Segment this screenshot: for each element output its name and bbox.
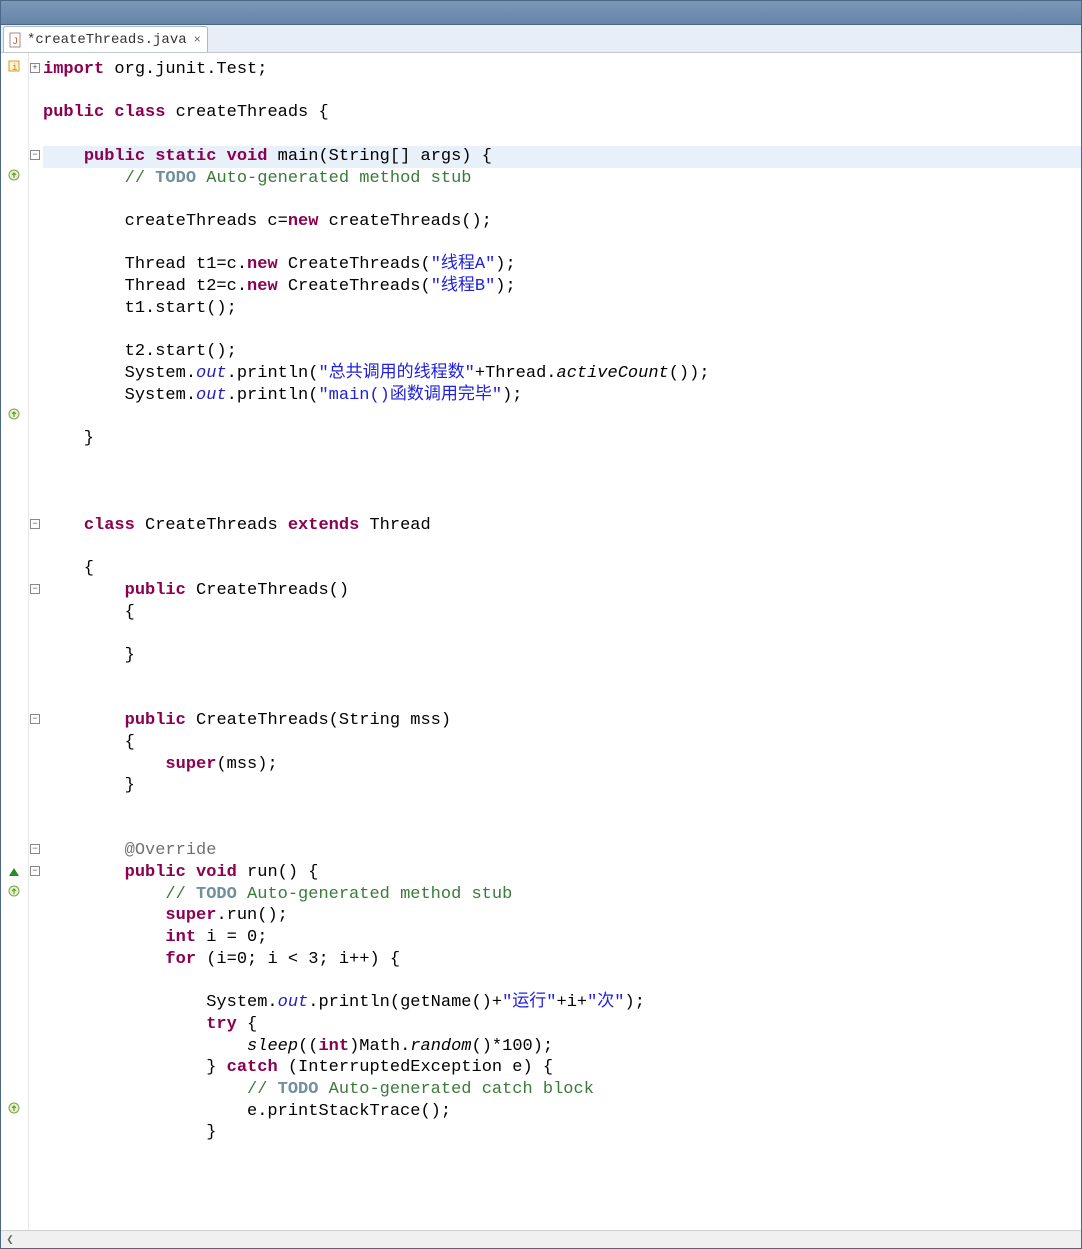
code-line bbox=[43, 319, 1081, 341]
editor-area: i + − − − − − − import org.junit.Test; public … bbox=[1, 53, 1081, 1230]
override-up-icon bbox=[9, 868, 19, 876]
code-line bbox=[43, 124, 1081, 146]
code-line: import org.junit.Test; bbox=[43, 59, 1081, 81]
code-line: { bbox=[43, 732, 1081, 754]
close-icon[interactable]: × bbox=[194, 33, 201, 47]
svg-text:J: J bbox=[13, 36, 18, 46]
code-line: public static void main(String[] args) { bbox=[43, 146, 1081, 168]
code-line bbox=[43, 406, 1081, 428]
override-marker bbox=[3, 407, 25, 425]
code-line: super(mss); bbox=[43, 754, 1081, 776]
fold-expand-icon[interactable]: + bbox=[30, 63, 40, 73]
code-line: // TODO Auto-generated catch block bbox=[43, 1079, 1081, 1101]
code-line: t2.start(); bbox=[43, 341, 1081, 363]
code-line: { bbox=[43, 602, 1081, 624]
code-line: public void run() { bbox=[43, 862, 1081, 884]
code-line: for (i=0; i < 3; i++) { bbox=[43, 949, 1081, 971]
code-line bbox=[43, 493, 1081, 515]
java-file-icon: J bbox=[8, 32, 24, 48]
code-line: Thread t1=c.new CreateThreads("线程A"); bbox=[43, 254, 1081, 276]
code-line: super.run(); bbox=[43, 905, 1081, 927]
override-triangle bbox=[3, 863, 25, 881]
code-line: } bbox=[43, 775, 1081, 797]
fold-collapse-icon[interactable]: − bbox=[30, 844, 40, 854]
override-marker-icon bbox=[8, 407, 20, 426]
fold-collapse-icon[interactable]: − bbox=[30, 584, 40, 594]
override-marker-icon bbox=[8, 1101, 20, 1120]
window-titlebar bbox=[1, 1, 1081, 25]
code-line: } bbox=[43, 428, 1081, 450]
code-line: @Override bbox=[43, 840, 1081, 862]
override-marker-icon bbox=[8, 168, 20, 187]
code-view[interactable]: import org.junit.Test; public class crea… bbox=[43, 53, 1081, 1230]
code-line: Thread t2=c.new CreateThreads("线程B"); bbox=[43, 276, 1081, 298]
code-line bbox=[43, 819, 1081, 841]
fold-column: + − − − − − − bbox=[29, 53, 43, 1230]
code-line: try { bbox=[43, 1014, 1081, 1036]
code-line: public CreateThreads() bbox=[43, 580, 1081, 602]
code-line: } catch (InterruptedException e) { bbox=[43, 1057, 1081, 1079]
fold-collapse-icon[interactable]: − bbox=[30, 150, 40, 160]
fold-collapse-icon[interactable]: − bbox=[30, 866, 40, 876]
code-line: } bbox=[43, 1122, 1081, 1144]
code-line bbox=[43, 667, 1081, 689]
code-line: e.printStackTrace(); bbox=[43, 1101, 1081, 1123]
code-line bbox=[43, 623, 1081, 645]
code-line: t1.start(); bbox=[43, 298, 1081, 320]
code-line bbox=[43, 971, 1081, 993]
scroll-left-icon[interactable]: ❮ bbox=[1, 1232, 19, 1248]
gutter: i bbox=[1, 53, 29, 1230]
code-line: public class createThreads { bbox=[43, 102, 1081, 124]
code-line: System.out.println("总共调用的线程数"+Thread.act… bbox=[43, 363, 1081, 385]
horizontal-scrollbar[interactable]: ❮ bbox=[1, 1230, 1081, 1248]
code-line: // TODO Auto-generated method stub bbox=[43, 168, 1081, 190]
code-line: createThreads c=new createThreads(); bbox=[43, 211, 1081, 233]
fold-collapse-icon[interactable]: − bbox=[30, 519, 40, 529]
override-marker bbox=[3, 1102, 25, 1120]
code-line: public CreateThreads(String mss) bbox=[43, 710, 1081, 732]
code-line bbox=[43, 450, 1081, 472]
editor-tab-bar: J *createThreads.java × bbox=[1, 25, 1081, 53]
import-marker: i bbox=[3, 60, 25, 78]
code-line: int i = 0; bbox=[43, 927, 1081, 949]
code-line bbox=[43, 471, 1081, 493]
code-line bbox=[43, 81, 1081, 103]
fold-collapse-icon[interactable]: − bbox=[30, 714, 40, 724]
override-marker bbox=[3, 169, 25, 187]
override-marker bbox=[3, 885, 25, 903]
code-line: System.out.println("main()函数调用完毕"); bbox=[43, 385, 1081, 407]
file-tab-label: *createThreads.java bbox=[27, 32, 187, 48]
code-line: System.out.println(getName()+"运行"+i+"次")… bbox=[43, 992, 1081, 1014]
code-line bbox=[43, 233, 1081, 255]
code-line: // TODO Auto-generated method stub bbox=[43, 884, 1081, 906]
code-line: sleep((int)Math.random()*100); bbox=[43, 1036, 1081, 1058]
code-line: class CreateThreads extends Thread bbox=[43, 515, 1081, 537]
code-line bbox=[43, 797, 1081, 819]
code-line: { bbox=[43, 558, 1081, 580]
file-tab[interactable]: J *createThreads.java × bbox=[3, 26, 208, 52]
code-line: } bbox=[43, 645, 1081, 667]
override-marker-icon bbox=[8, 884, 20, 903]
code-line bbox=[43, 189, 1081, 211]
code-line bbox=[43, 536, 1081, 558]
code-line bbox=[43, 688, 1081, 710]
import-warning-icon: i bbox=[7, 59, 21, 79]
svg-text:i: i bbox=[12, 63, 17, 73]
